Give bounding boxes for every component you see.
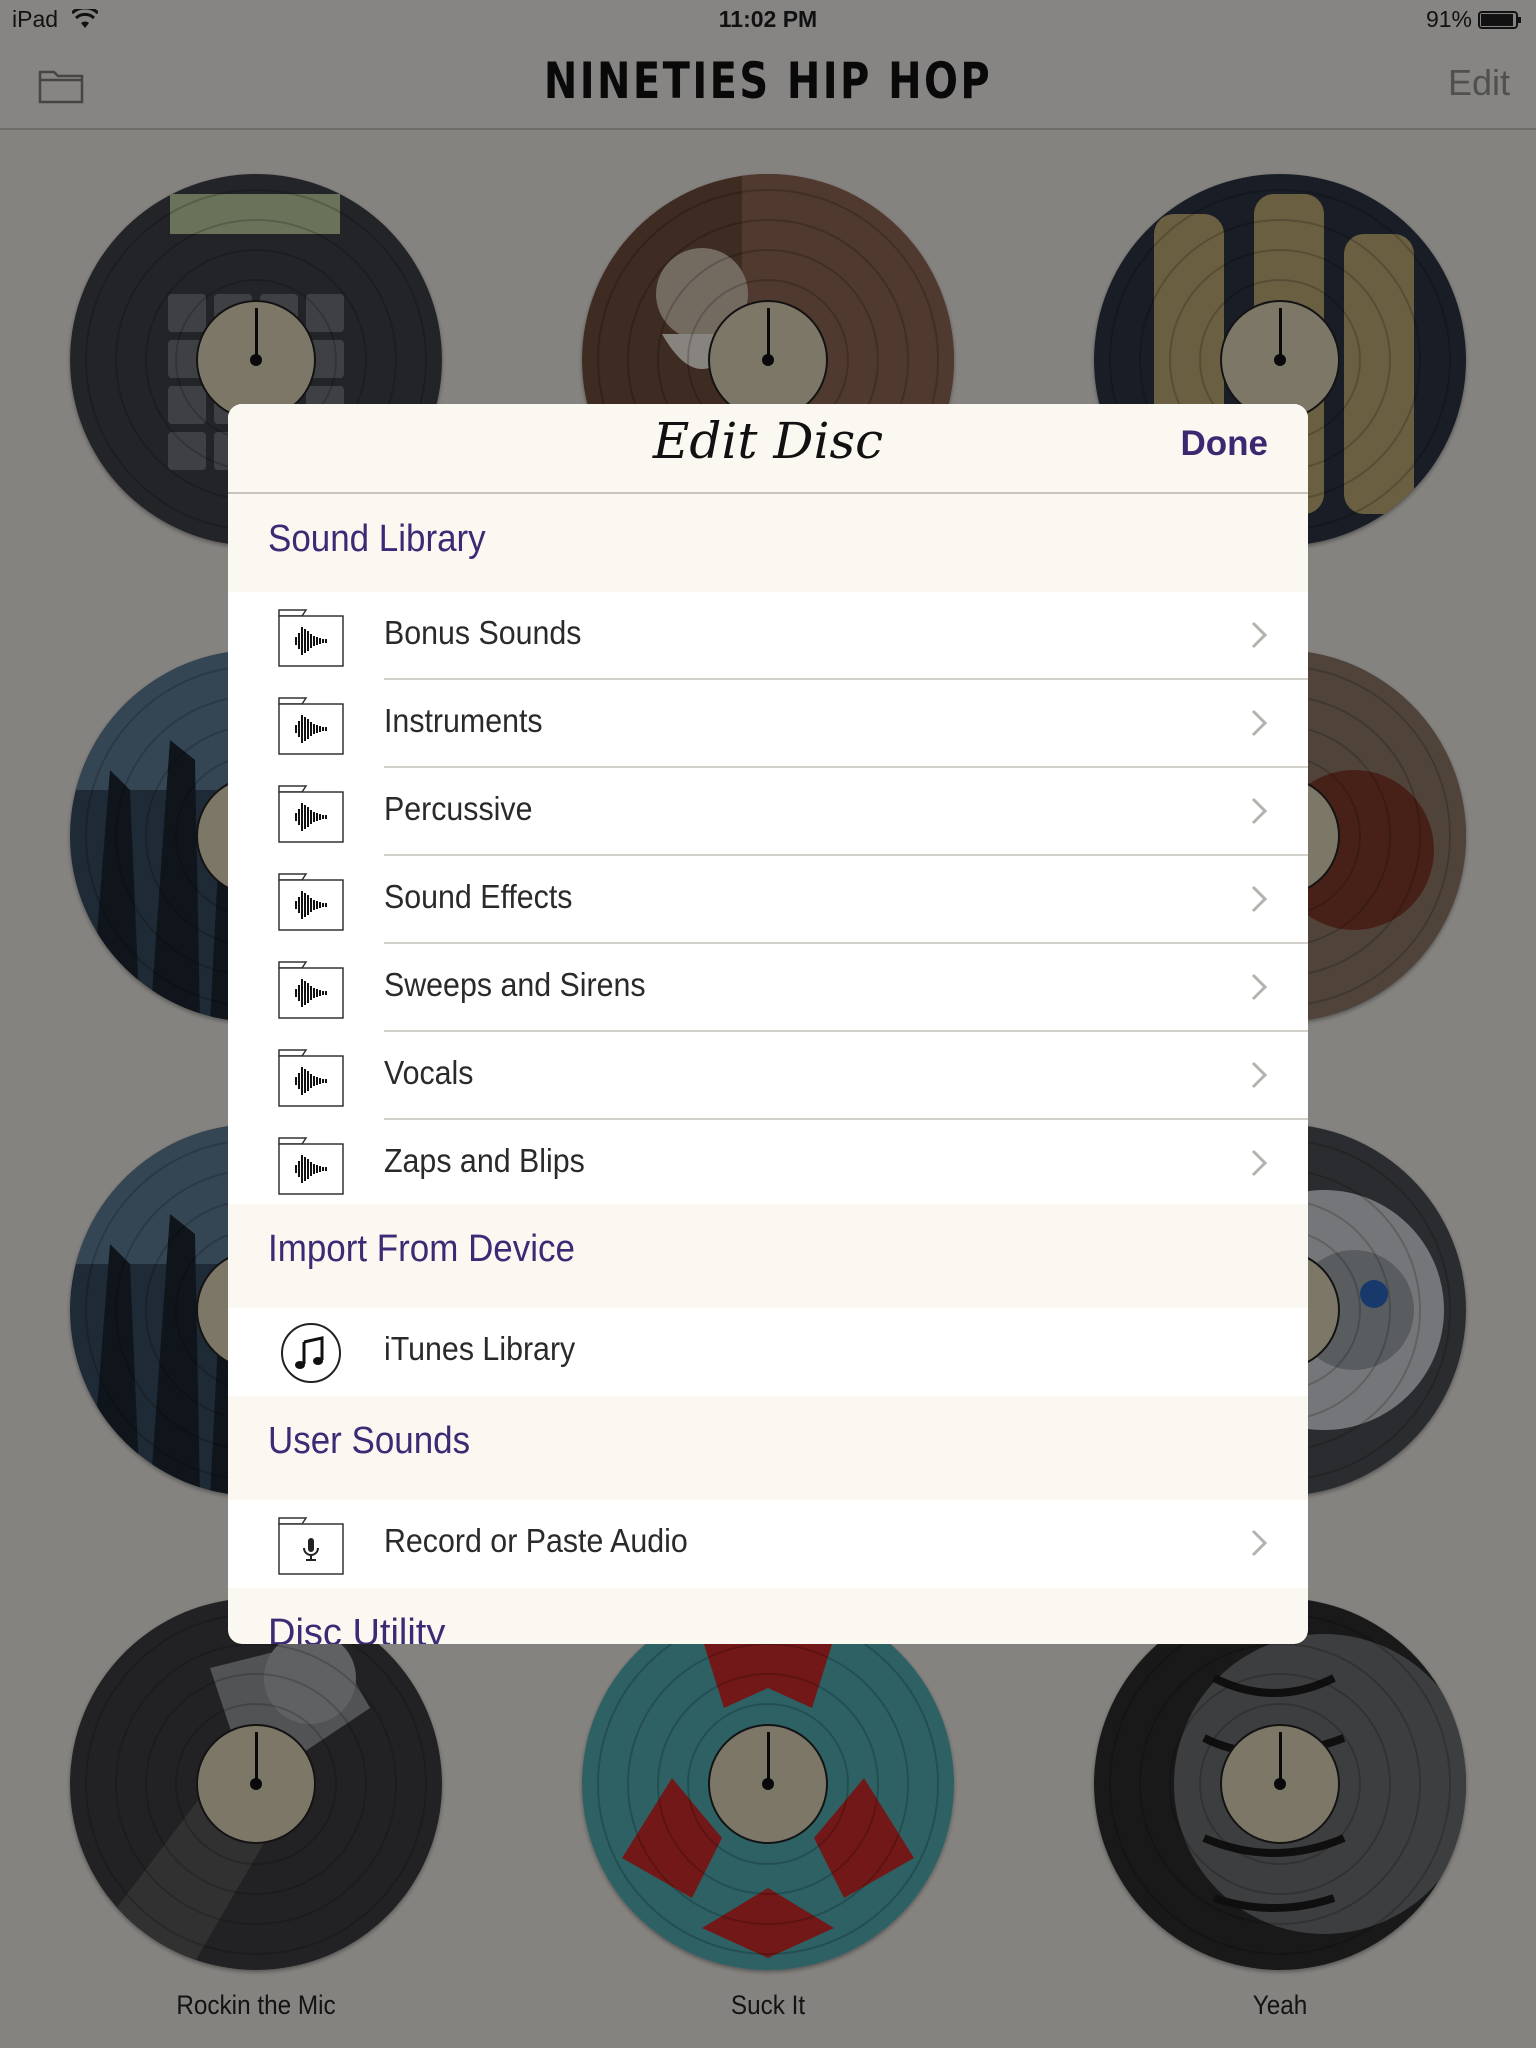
- section-disc-utility: Disc Utility: [268, 1612, 446, 1644]
- list-item-sweeps-and-sirens[interactable]: Sweeps and Sirens: [228, 944, 1308, 1032]
- list-item-label: Percussive: [384, 790, 533, 827]
- chevron-right-icon: [1251, 709, 1268, 737]
- list-item-zaps-and-blips[interactable]: Zaps and Blips: [228, 1120, 1308, 1208]
- list-item-record-or-paste-audio[interactable]: Record or Paste Audio: [228, 1500, 1308, 1588]
- list-item-label: Vocals: [384, 1054, 474, 1091]
- section-title: User Sounds: [268, 1420, 471, 1462]
- list-item-label: Bonus Sounds: [384, 614, 582, 651]
- edit-disc-modal: Edit Disc Done Sound Library Bonus Sound…: [228, 404, 1308, 1644]
- chevron-right-icon: [1251, 1149, 1268, 1177]
- chevron-right-icon: [1251, 973, 1268, 1001]
- modal-title: Edit Disc: [652, 412, 884, 470]
- sound-folder-icon: [278, 609, 344, 667]
- list-item-label: Zaps and Blips: [384, 1142, 585, 1179]
- sound-folder-icon: [278, 1049, 344, 1107]
- list-item-vocals[interactable]: Vocals: [228, 1032, 1308, 1120]
- microphone-folder-icon: [278, 1517, 344, 1575]
- list-item-label: iTunes Library: [384, 1330, 576, 1367]
- chevron-right-icon: [1251, 797, 1268, 825]
- done-button[interactable]: Done: [1181, 424, 1269, 464]
- sound-folder-icon: [278, 785, 344, 843]
- sound-folder-icon: [278, 1137, 344, 1195]
- section-user-sounds: User Sounds: [228, 1396, 1308, 1494]
- list-item-percussive[interactable]: Percussive: [228, 768, 1308, 856]
- section-sound-library: Sound Library: [228, 494, 1308, 592]
- list-item-label: Sweeps and Sirens: [384, 966, 646, 1003]
- section-title: Import From Device: [268, 1228, 575, 1270]
- section-import: Import From Device: [228, 1204, 1308, 1302]
- list-item-label: Instruments: [384, 702, 543, 739]
- list-item-itunes-library[interactable]: iTunes Library: [228, 1308, 1308, 1396]
- modal-header: Edit Disc Done: [228, 404, 1308, 494]
- sound-folder-icon: [278, 697, 344, 755]
- sound-folder-icon: [278, 961, 344, 1019]
- list-item-sound-effects[interactable]: Sound Effects: [228, 856, 1308, 944]
- list-item-bonus-sounds[interactable]: Bonus Sounds: [228, 592, 1308, 680]
- music-note-icon: [281, 1323, 341, 1383]
- chevron-right-icon: [1251, 621, 1268, 649]
- chevron-right-icon: [1251, 885, 1268, 913]
- sound-folder-icon: [278, 873, 344, 931]
- section-title: Sound Library: [268, 518, 486, 560]
- list-item-label: Record or Paste Audio: [384, 1522, 688, 1559]
- list-item-instruments[interactable]: Instruments: [228, 680, 1308, 768]
- chevron-right-icon: [1251, 1061, 1268, 1089]
- list-item-label: Sound Effects: [384, 878, 573, 915]
- chevron-right-icon: [1251, 1529, 1268, 1557]
